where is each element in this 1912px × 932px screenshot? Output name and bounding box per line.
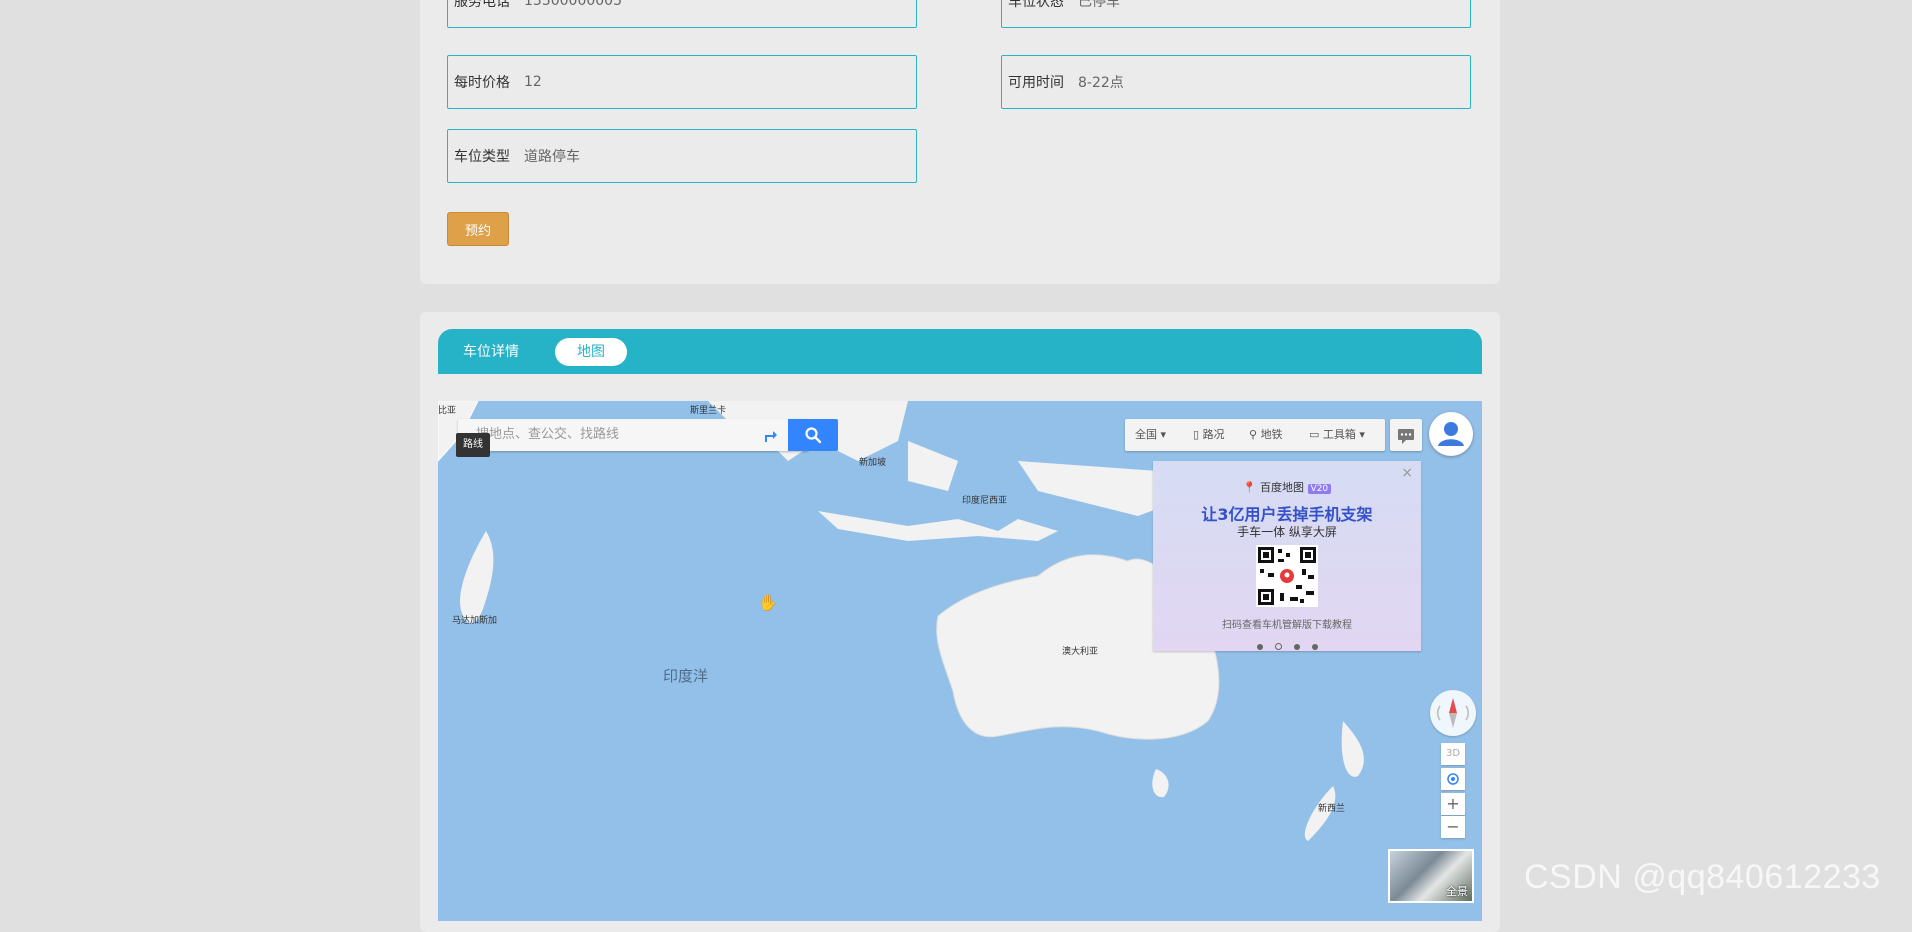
map-label-australia: 澳大利亚 bbox=[1062, 647, 1099, 657]
user-icon bbox=[1438, 422, 1464, 446]
traffic-label: 路况 bbox=[1202, 428, 1225, 441]
field-label: 车位状态 bbox=[1008, 0, 1064, 10]
map-label-new-zealand: 新西兰 bbox=[1318, 804, 1346, 814]
message-button[interactable] bbox=[1390, 419, 1422, 451]
field-value: 12 bbox=[524, 74, 542, 90]
field-label: 可用时间 bbox=[1008, 75, 1064, 91]
carousel-dot-active[interactable] bbox=[1274, 643, 1282, 650]
region-select[interactable]: 全国 ▾ bbox=[1135, 419, 1166, 451]
parking-type-field: 车位类型 道路停车 bbox=[447, 129, 917, 183]
zoom-out-button[interactable]: − bbox=[1441, 816, 1465, 838]
tab-bar: 车位详情 地图 bbox=[438, 329, 1482, 374]
location-pin-icon: 📍 bbox=[1242, 481, 1257, 494]
ad-brand-name: 百度地图 bbox=[1260, 481, 1305, 494]
zoom-in-button[interactable]: + bbox=[1441, 793, 1465, 815]
carousel-dots bbox=[1153, 635, 1421, 654]
region-label: 全国 bbox=[1135, 428, 1157, 441]
tab-parking-detail[interactable]: 车位详情 bbox=[463, 338, 519, 366]
map-canvas[interactable]: 比亚 斯里兰卡 新加坡 印度尼西亚 马达加斯加 澳大利亚 新西兰 印度洋 ✋ 搜… bbox=[438, 401, 1482, 921]
hand-cursor-icon: ✋ bbox=[758, 593, 778, 612]
toolbox-label: 工具箱 bbox=[1322, 428, 1356, 441]
field-label: 车位类型 bbox=[454, 149, 510, 165]
route-tooltip: 路线 bbox=[456, 433, 490, 457]
compass-control[interactable] bbox=[1430, 690, 1476, 736]
carousel-dot[interactable] bbox=[1256, 644, 1263, 650]
ad-headline: 让3亿用户丢掉手机支架 bbox=[1201, 505, 1373, 524]
service-phone-field: 服务电话 13500000005 bbox=[447, 0, 917, 28]
ad-brand-tag: V20 bbox=[1307, 484, 1332, 494]
traffic-button[interactable]: ▯ 路况 bbox=[1193, 419, 1225, 451]
map-label-corner: 比亚 bbox=[438, 406, 457, 416]
map-label-madagascar: 马达加斯加 bbox=[452, 616, 498, 626]
map-label-indonesia: 印度尼西亚 bbox=[962, 496, 1008, 506]
hourly-price-field: 每时价格 12 bbox=[447, 55, 917, 109]
toolbox-button[interactable]: ▭ 工具箱 ▾ bbox=[1309, 419, 1365, 451]
carousel-dot[interactable] bbox=[1293, 644, 1300, 650]
route-icon[interactable] bbox=[761, 426, 779, 444]
map-card: 车位详情 地图 比亚 斯里兰卡 新加坡 印度尼西亚 马达加斯加 澳大利亚 新西兰… bbox=[420, 312, 1500, 932]
qr-code-icon bbox=[1256, 545, 1318, 607]
app-promo-ad[interactable]: × 📍 百度地图 V20 让3亿用户丢掉手机支架 手车一体 纵享大屏 扫码查看车… bbox=[1153, 461, 1421, 651]
field-value: 8-22点 bbox=[1078, 75, 1124, 91]
toolbox-icon: ▭ bbox=[1309, 428, 1320, 441]
ad-brand: 📍 百度地图 V20 bbox=[1153, 479, 1421, 495]
search-button[interactable] bbox=[788, 419, 838, 451]
field-label: 每时价格 bbox=[454, 75, 510, 91]
parking-detail-card: 服务电话 13500000005 车位状态 已停车 每时价格 12 可用时间 8… bbox=[420, 0, 1500, 284]
map-toolbar: 全国 ▾ ▯ 路况 ⚲ 地铁 ▭ 工具箱 ▾ bbox=[1125, 419, 1385, 451]
panorama-button[interactable]: 全景 bbox=[1388, 849, 1474, 903]
ad-subline: 手车一体 纵享大屏 bbox=[1237, 525, 1337, 539]
field-value: 13500000005 bbox=[524, 0, 622, 9]
map-label-singapore: 新加坡 bbox=[859, 458, 887, 468]
map-label-ocean: 印度洋 bbox=[663, 667, 709, 685]
subway-button[interactable]: ⚲ 地铁 bbox=[1249, 419, 1283, 451]
field-value: 已停车 bbox=[1078, 0, 1120, 10]
map-label-sri-lanka: 斯里兰卡 bbox=[690, 406, 727, 416]
map-search-input[interactable]: 搜地点、查公交、找路线 bbox=[458, 419, 808, 451]
field-label: 服务电话 bbox=[454, 0, 510, 10]
carousel-dot[interactable] bbox=[1311, 644, 1318, 650]
panorama-label: 全景 bbox=[1446, 885, 1468, 898]
locate-icon bbox=[1447, 773, 1459, 785]
tab-map[interactable]: 地图 bbox=[555, 338, 627, 366]
locate-button[interactable] bbox=[1441, 768, 1465, 790]
3d-toggle-button[interactable]: 3D bbox=[1441, 743, 1465, 765]
subway-label: 地铁 bbox=[1260, 428, 1283, 441]
available-time-field: 可用时间 8-22点 bbox=[1001, 55, 1471, 109]
message-icon bbox=[1398, 429, 1414, 444]
csdn-watermark: CSDN @qq840612233 bbox=[1524, 858, 1881, 896]
subway-icon: ⚲ bbox=[1249, 428, 1258, 441]
parking-status-field: 车位状态 已停车 bbox=[1001, 0, 1471, 28]
traffic-icon: ▯ bbox=[1193, 428, 1200, 441]
user-avatar[interactable] bbox=[1429, 412, 1473, 456]
reserve-button[interactable]: 预约 bbox=[447, 212, 509, 246]
ad-caption: 扫码查看车机管解版下载教程 bbox=[1222, 620, 1352, 631]
compass-icon bbox=[1437, 698, 1469, 728]
search-icon bbox=[805, 427, 822, 444]
field-value: 道路停车 bbox=[524, 149, 580, 165]
